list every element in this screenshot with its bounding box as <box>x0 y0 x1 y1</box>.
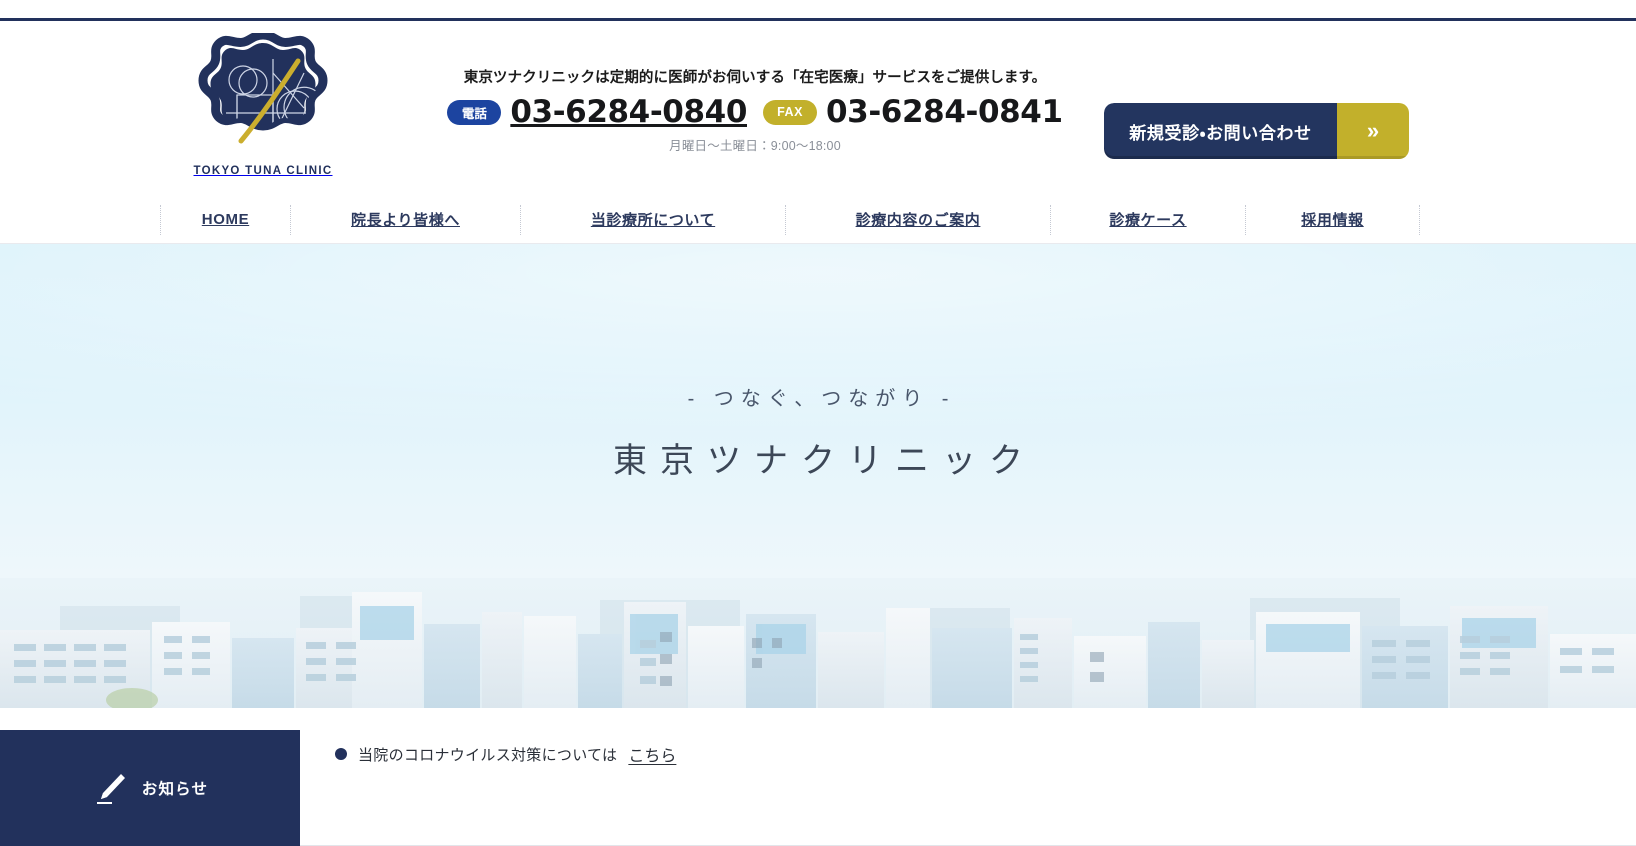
business-hours: 月曜日～土曜日：9:00～18:00 <box>669 138 841 153</box>
nav-item-services[interactable]: 診療内容のご案内 <box>785 204 1050 235</box>
main-navigation: HOME 院長より皆様へ 当診療所について 診療内容のご案内 診療ケース 採用情… <box>0 196 1636 244</box>
news-list: 当院のコロナウイルス対策については こちら <box>300 708 1636 846</box>
news-item-link[interactable]: こちら <box>628 742 676 766</box>
bullet-dot-icon <box>335 748 347 760</box>
telephone-group: 電話 03-6284-0840 <box>447 96 747 128</box>
page-root: TOKYO TUNA CLINIC 東京ツナクリニックは定期的に医師がお伺いする… <box>0 0 1636 846</box>
cta-label-area: 新規受診・お問い合わせ <box>1104 103 1337 159</box>
nav-items: HOME 院長より皆様へ 当診療所について 診療内容のご案内 診療ケース 採用情… <box>160 204 1420 235</box>
contact-numbers-row: 電話 03-6284-0840 FAX 03-6284-0841 <box>430 93 1080 130</box>
telephone-number[interactable]: 03-6284-0840 <box>510 96 747 128</box>
news-item-text: 当院のコロナウイルス対策については <box>358 746 618 764</box>
cta-label: 新規受診・お問い合わせ <box>1129 123 1312 143</box>
hero-subtitle: - つなぐ、つながり - <box>687 388 956 410</box>
header-tagline: 東京ツナクリニックは定期的に医師がお伺いする「在宅医療」サービスをご提供します。 <box>463 70 1047 86</box>
nav-item-cases[interactable]: 診療ケース <box>1050 204 1245 235</box>
nav-item-recruit[interactable]: 採用情報 <box>1245 204 1420 235</box>
chevron-double-right-icon: » <box>1337 103 1409 159</box>
city-skyline-photo <box>0 578 1636 708</box>
tuna-clinic-emblem-icon <box>198 33 328 144</box>
header-contact-block: 東京ツナクリニックは定期的に医師がお伺いする「在宅医療」サービスをご提供します。… <box>430 69 1080 154</box>
news-label-panel: お知らせ <box>0 730 300 846</box>
nav-item-about-clinic[interactable]: 当診療所について <box>520 204 785 235</box>
hero-banner: - つなぐ、つながり - 東京ツナクリニック <box>0 244 1636 708</box>
fax-badge: FAX <box>763 99 817 125</box>
fax-group: FAX 03-6284-0841 <box>763 93 1063 130</box>
list-item: 当院のコロナウイルス対策については こちら <box>335 742 1636 766</box>
site-header: TOKYO TUNA CLINIC 東京ツナクリニックは定期的に医師がお伺いする… <box>0 21 1636 196</box>
news-label-text: お知らせ <box>141 781 209 798</box>
site-logo[interactable]: TOKYO TUNA CLINIC <box>183 33 343 203</box>
logo-wordmark: TOKYO TUNA CLINIC <box>193 165 333 177</box>
pen-icon <box>96 774 125 804</box>
nav-item-message-from-director[interactable]: 院長より皆様へ <box>290 204 520 235</box>
nav-item-home[interactable]: HOME <box>160 204 290 235</box>
telephone-badge: 電話 <box>447 99 502 125</box>
hero-title: 東京ツナクリニック <box>613 442 1036 480</box>
fax-number: 03-6284-0841 <box>826 93 1063 130</box>
hero-copy: - つなぐ、つながり - 東京ツナクリニック <box>0 244 1636 482</box>
new-patient-contact-button[interactable]: 新規受診・お問い合わせ » <box>1104 103 1409 159</box>
news-section: お知らせ 当院のコロナウイルス対策については こちら <box>0 708 1636 846</box>
